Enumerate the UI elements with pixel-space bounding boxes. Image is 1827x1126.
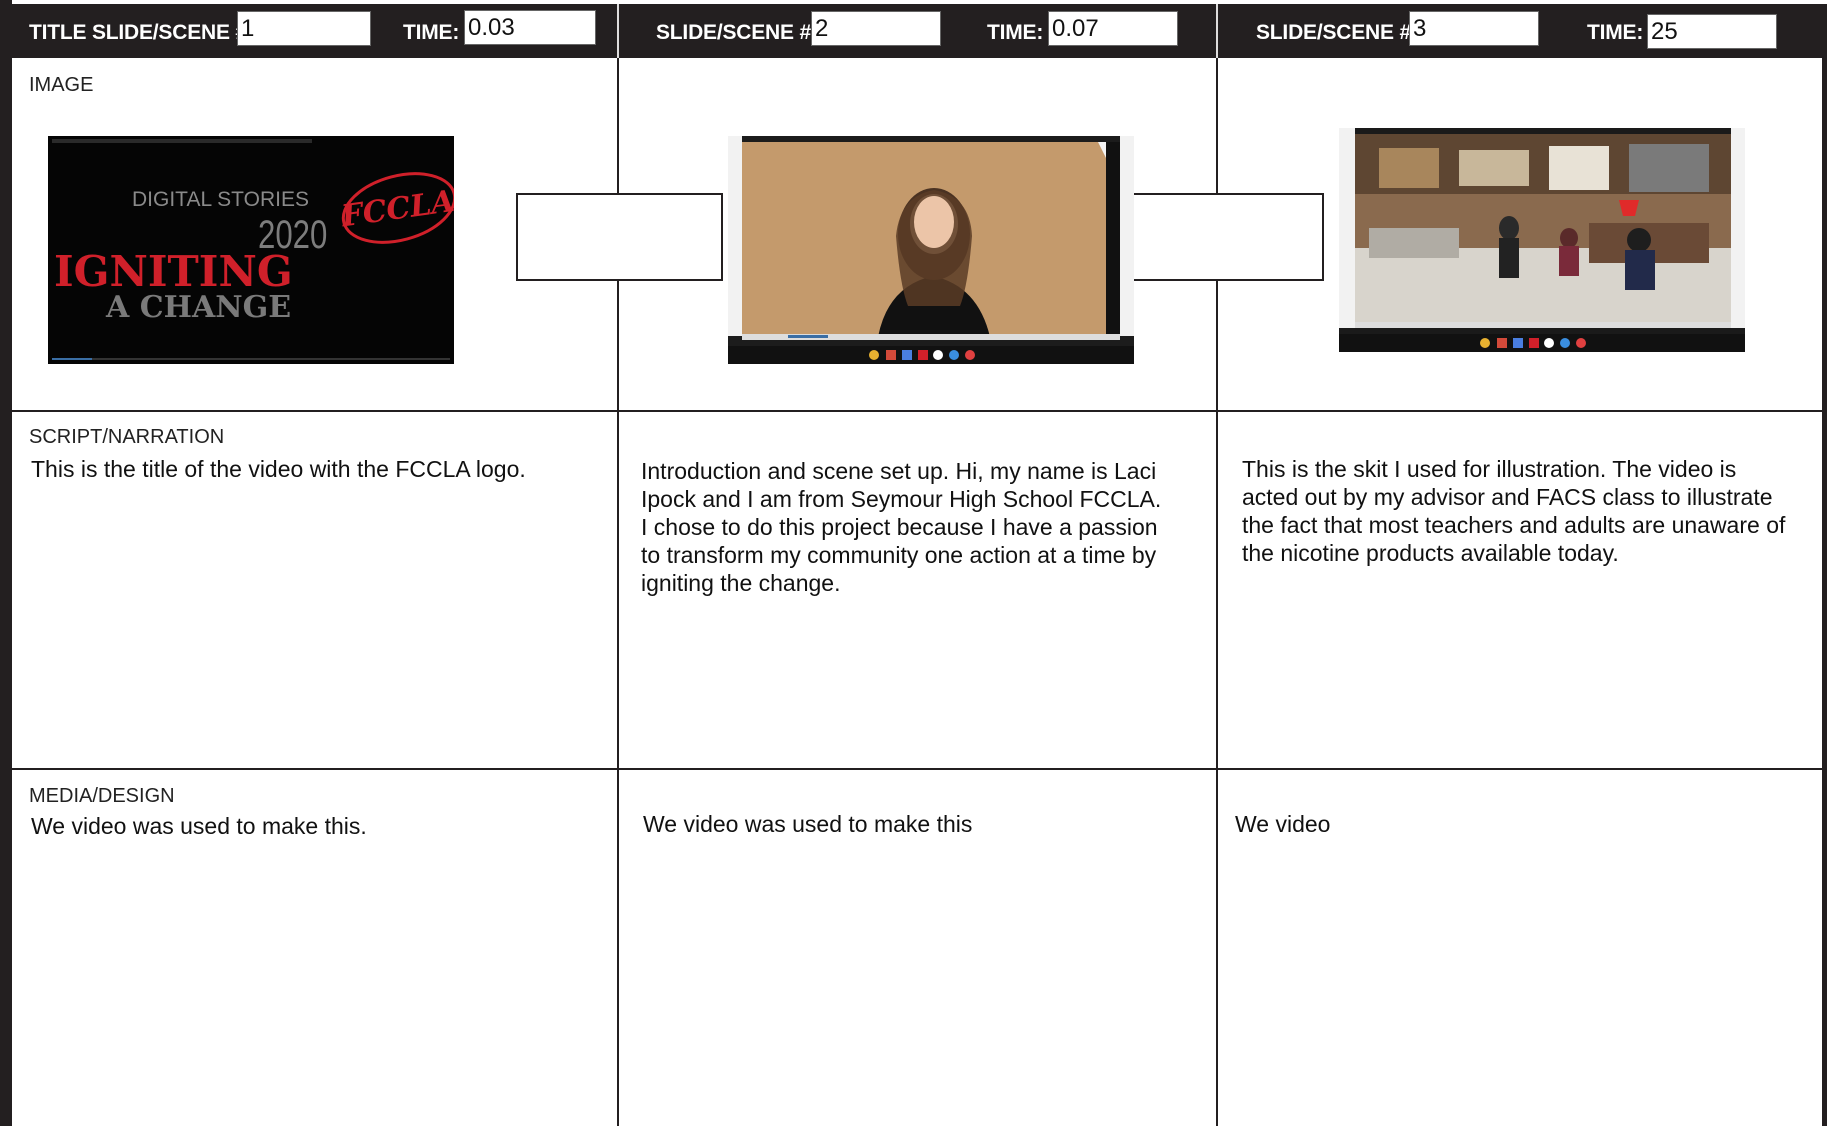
scene3-script: This is the skit I used for illustration… (1242, 455, 1822, 567)
scene2-media: We video was used to make this (643, 811, 973, 837)
igniting-text: IGNITING (54, 247, 293, 296)
interview-frame-graphic (728, 136, 1134, 364)
script-row-label: SCRIPT/NARRATION (29, 426, 225, 448)
scene3-script-line: the fact that most teachers and adults a… (1242, 512, 1786, 538)
scene1-image: DIGITAL STORIES 2020 FCCLA IGNITING A CH… (48, 136, 454, 364)
scene2-time-label: TIME: (987, 21, 1044, 44)
row-divider-1 (12, 410, 1827, 412)
title-card-graphic: DIGITAL STORIES 2020 FCCLA IGNITING A CH… (48, 136, 454, 364)
scene3-time-label: TIME: (1587, 21, 1644, 44)
scene1-time-field[interactable]: 0.03 (464, 10, 596, 45)
scene2-slide-field[interactable]: 2 (811, 11, 941, 46)
connector-box-1 (516, 193, 723, 281)
classroom-frame-graphic (1339, 128, 1745, 352)
scene3-image (1339, 128, 1745, 352)
scene3-script-line: acted out by my advisor and FACS class t… (1242, 484, 1773, 510)
scene2-script-line: Introduction and scene set up. Hi, my na… (641, 458, 1157, 484)
scene2-script-line: I chose to do this project because I hav… (641, 514, 1158, 540)
scene2-script: Introduction and scene set up. Hi, my na… (641, 457, 1211, 597)
right-border (1822, 58, 1827, 1126)
connector-box-2 (1130, 193, 1324, 281)
page-left-border (0, 0, 12, 1126)
scene1-script: This is the title of the video with the … (31, 456, 526, 482)
scene3-slide-field[interactable]: 3 (1409, 11, 1539, 46)
scene3-slide-label: SLIDE/SCENE # (1256, 21, 1411, 44)
header-divider-1 (617, 4, 619, 58)
image-row-label: IMAGE (29, 74, 94, 96)
scene2-script-line: to transform my community one action at … (641, 542, 1157, 568)
scene2-slide-label: SLIDE/SCENE # (656, 21, 811, 44)
header-divider-2 (1216, 4, 1218, 58)
scene1-slide-label: TITLE SLIDE/SCENE # (29, 21, 247, 44)
scene1-time-label: TIME: (403, 21, 460, 44)
scene3-time-field[interactable]: 25 (1647, 14, 1777, 49)
scene2-time-field[interactable]: 0.07 (1048, 11, 1178, 46)
media-row-label: MEDIA/DESIGN (29, 785, 175, 807)
scene3-script-line: the nicotine products available today. (1242, 540, 1619, 566)
scene2-script-line: igniting the change. (641, 570, 841, 596)
scene2-image (728, 136, 1134, 364)
scene3-script-line: This is the skit I used for illustration… (1242, 456, 1737, 482)
scene2-script-line: Ipock and I am from Seymour High School … (641, 486, 1162, 512)
a-change-text: A CHANGE (105, 290, 291, 325)
digital-stories-text: DIGITAL STORIES (132, 188, 309, 211)
scene3-media: We video (1235, 811, 1331, 837)
scene1-slide-field[interactable]: 1 (237, 11, 371, 46)
row-divider-2 (12, 768, 1827, 770)
scene1-media: We video was used to make this. (31, 813, 367, 839)
